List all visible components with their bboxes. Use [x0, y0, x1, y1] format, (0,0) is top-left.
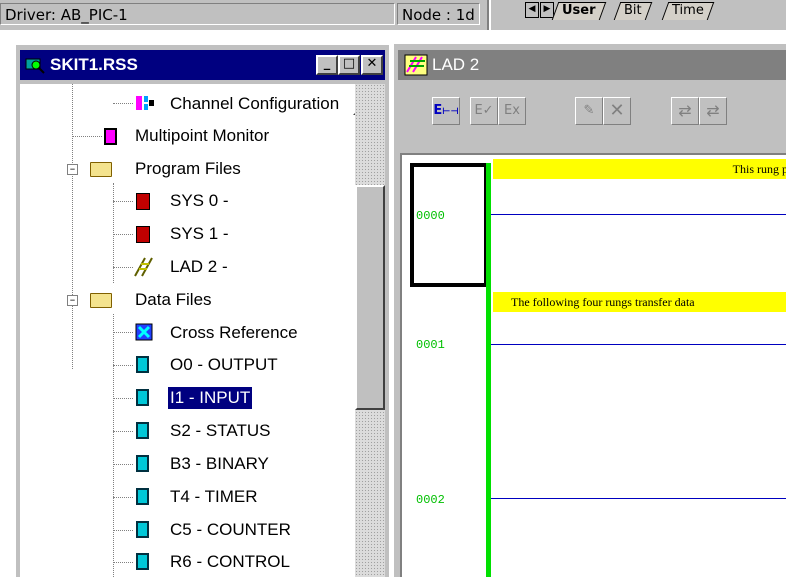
- tree-connector: [113, 497, 133, 498]
- ladder-window-icon: [404, 54, 428, 76]
- rung-line: [491, 344, 786, 345]
- data-file-icon: [136, 488, 149, 505]
- tree-item-sys1[interactable]: SYS 1 -: [170, 223, 229, 245]
- project-icon: [25, 58, 45, 74]
- rung-number: 0002: [416, 493, 445, 507]
- data-file-icon: [136, 553, 149, 570]
- node-label: Node : 1d: [397, 3, 480, 25]
- maximize-button[interactable]: □: [338, 55, 360, 75]
- rung-comment[interactable]: The following four rungs transfer data: [493, 292, 786, 312]
- data-file-icon: [136, 455, 149, 472]
- program-file-icon: [136, 226, 150, 243]
- folder-icon: [90, 162, 112, 177]
- tree-connector: [113, 464, 133, 465]
- status-bar: Driver: AB_PIC-1 Node : 1d ◀ ▶ User Bit …: [0, 0, 786, 30]
- tree-connector: [113, 431, 133, 432]
- delete-icon: ✕: [609, 100, 625, 121]
- close-icon: ✕: [366, 56, 378, 71]
- tree-connector: [113, 314, 114, 577]
- ladder-file-icon: [134, 257, 153, 277]
- delete-button[interactable]: ✕: [603, 97, 631, 125]
- data-file-icon: [136, 389, 149, 406]
- tab-bit[interactable]: Bit: [613, 2, 652, 20]
- tree-item-output[interactable]: O0 - OUTPUT: [170, 354, 278, 376]
- tree-connector: [113, 183, 114, 283]
- tree-item-channel-configuration[interactable]: Channel Configuration: [170, 93, 339, 115]
- rung-selection-box[interactable]: [410, 163, 488, 287]
- data-file-icon: [136, 356, 149, 373]
- tree-item-sys0[interactable]: SYS 0 -: [170, 190, 229, 212]
- tree-item-lad2[interactable]: LAD 2 -: [170, 256, 228, 278]
- accept-button[interactable]: ✎: [575, 97, 603, 125]
- tree-connector: [113, 234, 133, 235]
- tree-connector: [113, 398, 133, 399]
- ladder-title: LAD 2: [432, 55, 480, 74]
- tree-connector: [113, 562, 133, 563]
- project-tree: Channel Configuration ▲ Multipoint Monit…: [20, 84, 355, 577]
- collapse-icon[interactable]: –: [67, 163, 78, 175]
- tree-item-data-files[interactable]: Data Files: [135, 289, 212, 311]
- maximize-icon: □: [342, 56, 356, 71]
- assemble-edits-button[interactable]: ⇄: [699, 97, 727, 125]
- tree-connector: [113, 201, 133, 202]
- scrollbar-thumb[interactable]: [355, 185, 385, 410]
- tree-connector: [113, 332, 133, 333]
- tab-timer[interactable]: Time: [661, 2, 715, 20]
- rung-number: 0001: [416, 338, 445, 352]
- rung-number: 0000: [416, 209, 445, 223]
- tree-item-program-files[interactable]: Program Files: [135, 158, 241, 180]
- tree-connector: [72, 136, 102, 137]
- driver-label: Driver: AB_PIC-1: [0, 3, 395, 25]
- tree-item-binary[interactable]: B3 - BINARY: [170, 453, 269, 475]
- data-file-icon: [136, 422, 149, 439]
- edit-rung-button[interactable]: E✓: [470, 97, 498, 125]
- cancel-edit-button[interactable]: Ex: [498, 97, 526, 125]
- test-edits-button[interactable]: ⇄: [671, 97, 699, 125]
- tree-connector: [113, 530, 133, 531]
- tab-scroll-left-icon[interactable]: ◀: [525, 2, 539, 18]
- monitor-icon: [104, 128, 117, 145]
- tree-item-counter[interactable]: C5 - COUNTER: [170, 519, 291, 541]
- instruction-tab-strip: ◀ ▶ User Bit Time: [495, 0, 786, 24]
- rung-line: [491, 214, 786, 215]
- tree-item-cross-reference[interactable]: Cross Reference: [170, 322, 298, 344]
- minimize-button[interactable]: _: [316, 55, 338, 75]
- folder-icon: [90, 293, 112, 308]
- tree-item-timer[interactable]: T4 - TIMER: [170, 486, 258, 508]
- channel-config-icon: [136, 96, 154, 110]
- collapse-icon[interactable]: –: [67, 294, 78, 306]
- tree-connector: [72, 84, 73, 369]
- cross-reference-icon: [135, 323, 153, 341]
- tab-scroll-right-icon[interactable]: ▶: [540, 2, 554, 18]
- program-file-icon: [136, 193, 150, 210]
- tree-item-multipoint-monitor[interactable]: Multipoint Monitor: [135, 125, 269, 147]
- tab-user[interactable]: User: [551, 2, 606, 20]
- power-rail: [486, 163, 491, 577]
- rung-comment[interactable]: This rung p: [493, 159, 786, 179]
- tree-item-control[interactable]: R6 - CONTROL: [170, 551, 290, 573]
- tree-connector: [113, 365, 133, 366]
- tree-connector: [113, 267, 133, 268]
- rung-line: [491, 498, 786, 499]
- ladder-title-bar[interactable]: LAD 2: [398, 50, 786, 80]
- insert-rung-button[interactable]: E⊢⊣: [432, 97, 460, 125]
- close-button[interactable]: ✕: [361, 55, 383, 75]
- tree-item-input[interactable]: I1 - INPUT: [166, 386, 254, 410]
- project-title: SKIT1.RSS: [50, 55, 138, 74]
- tree-connector: [113, 103, 133, 104]
- tree-item-status[interactable]: S2 - STATUS: [170, 420, 270, 442]
- ladder-editor[interactable]: This rung p 0000 The following four rung…: [400, 153, 786, 577]
- data-file-icon: [136, 521, 149, 538]
- minimize-icon: _: [323, 56, 331, 71]
- status-divider: [487, 0, 491, 30]
